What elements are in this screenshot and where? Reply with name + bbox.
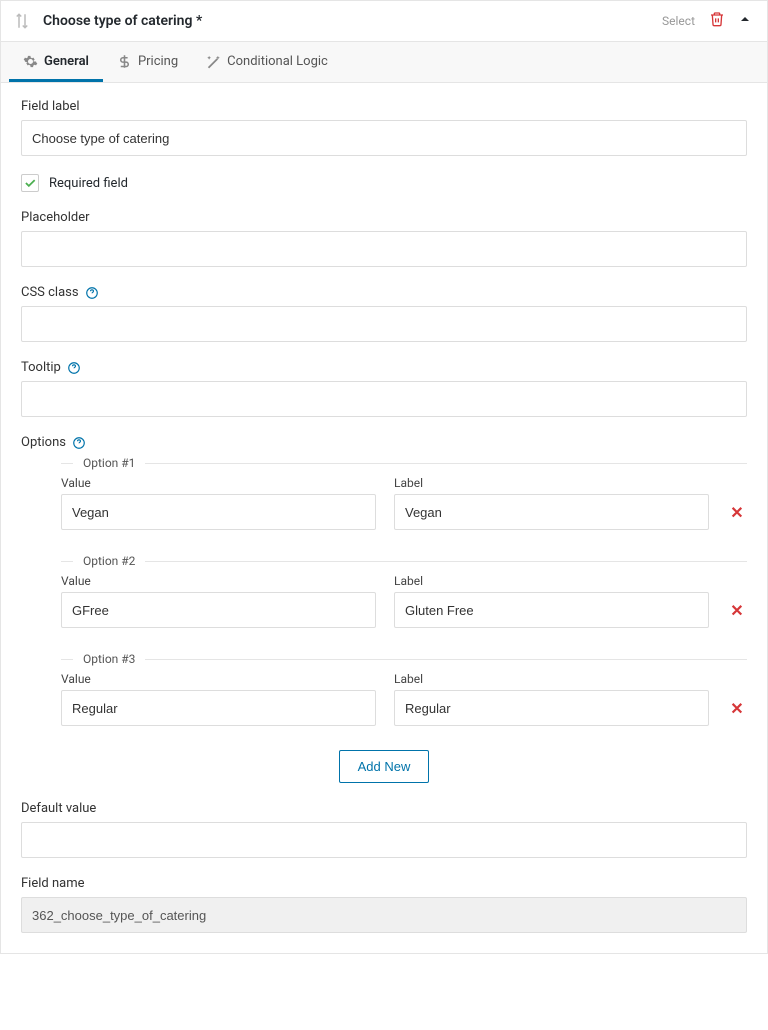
field-name-group: Field name [21, 876, 747, 933]
sort-handle-icon[interactable] [13, 12, 31, 30]
tooltip-group: Tooltip [21, 360, 747, 417]
options-group: Options Option #1ValueLabel✕Option #2Val… [21, 435, 747, 783]
option-label-label: Label [394, 574, 709, 588]
option-label-label: Label [394, 476, 709, 490]
remove-option-icon[interactable]: ✕ [727, 601, 747, 628]
option-fieldset: Option #2 Value Label ✕ [61, 554, 747, 642]
add-new-button[interactable]: Add New [339, 750, 430, 783]
field-name-input[interactable] [21, 897, 747, 933]
| dev.to data-label-text: Options [21, 435, 66, 450]
remove-option-icon[interactable]: ✕ [727, 699, 747, 726]
required-row: Required field [21, 174, 747, 192]
option-label-label: Label [394, 672, 709, 686]
field-label-title: Field label [21, 99, 747, 114]
collapse-icon[interactable] [739, 13, 751, 29]
field-label-input[interactable] [21, 120, 747, 156]
option-label-input[interactable] [394, 494, 709, 530]
option-row: Value Label ✕ [61, 666, 747, 740]
option-value-col: Value [61, 672, 376, 726]
panel-header: Choose type of catering * Select [1, 1, 767, 41]
panel-body: Field label Required field Placeholder C… [1, 83, 767, 953]
tab-general[interactable]: General [9, 42, 103, 82]
required-checkbox[interactable] [21, 174, 39, 192]
option-label-input[interactable] [394, 690, 709, 726]
option-label-col: Label [394, 476, 709, 530]
option-label-col: Label [394, 574, 709, 628]
option-label-col: Label [394, 672, 709, 726]
tooltip-title: Tooltip [21, 360, 747, 375]
css-class-title: CSS class [21, 285, 747, 300]
magic-icon [206, 54, 221, 69]
tab-pricing-label: Pricing [138, 54, 178, 69]
default-value-title: Default value [21, 801, 747, 816]
css-class-label-text: CSS class [21, 285, 79, 300]
tab-conditional-label: Conditional Logic [227, 54, 328, 69]
option-value-input[interactable] [61, 592, 376, 628]
add-new-wrap: Add New [21, 750, 747, 783]
tab-conditional[interactable]: Conditional Logic [192, 42, 342, 82]
placeholder-group: Placeholder [21, 210, 747, 267]
tooltip-input[interactable] [21, 381, 747, 417]
css-class-input[interactable] [21, 306, 747, 342]
gear-icon [23, 54, 38, 69]
option-value-col: Value [61, 476, 376, 530]
field-label-group: Field label [21, 99, 747, 156]
option-value-input[interactable] [61, 690, 376, 726]
help-icon[interactable] [67, 361, 81, 375]
css-class-group: CSS class [21, 285, 747, 342]
field-name-title: Field name [21, 876, 747, 891]
options-title: Options [21, 435, 747, 450]
option-value-col: Value [61, 574, 376, 628]
placeholder-title: Placeholder [21, 210, 747, 225]
option-label-input[interactable] [394, 592, 709, 628]
remove-option-icon[interactable]: ✕ [727, 503, 747, 530]
default-value-input[interactable] [21, 822, 747, 858]
tabs: General Pricing Conditional Logic [1, 41, 767, 83]
option-row: Value Label ✕ [61, 568, 747, 642]
required-label: Required field [49, 176, 128, 191]
select-label: Select [662, 14, 695, 28]
default-value-group: Default value [21, 801, 747, 858]
option-value-label: Value [61, 574, 376, 588]
options-list: Option #1 Value Label ✕ Option #2 Value Label ✕… [21, 456, 747, 740]
option-legend: Option #1 [73, 456, 145, 470]
option-value-label: Value [61, 672, 376, 686]
option-fieldset: Option #3 Value Label ✕ [61, 652, 747, 740]
help-icon[interactable] [85, 286, 99, 300]
placeholder-input[interactable] [21, 231, 747, 267]
trash-icon[interactable] [709, 11, 725, 31]
tab-general-label: General [44, 54, 89, 69]
tab-pricing[interactable]: Pricing [103, 42, 192, 82]
help-icon[interactable] [72, 436, 86, 450]
check-icon [23, 176, 37, 190]
panel-title: Choose type of catering * [43, 13, 662, 29]
option-fieldset: Option #1 Value Label ✕ [61, 456, 747, 544]
option-value-label: Value [61, 476, 376, 490]
dollar-icon [117, 54, 132, 69]
option-value-input[interactable] [61, 494, 376, 530]
option-legend: Option #2 [73, 554, 145, 568]
tooltip-label-text: Tooltip [21, 360, 61, 375]
field-editor-panel: Choose type of catering * Select General… [0, 0, 768, 954]
option-legend: Option #3 [73, 652, 145, 666]
option-row: Value Label ✕ [61, 470, 747, 544]
header-actions: Select [662, 11, 751, 31]
